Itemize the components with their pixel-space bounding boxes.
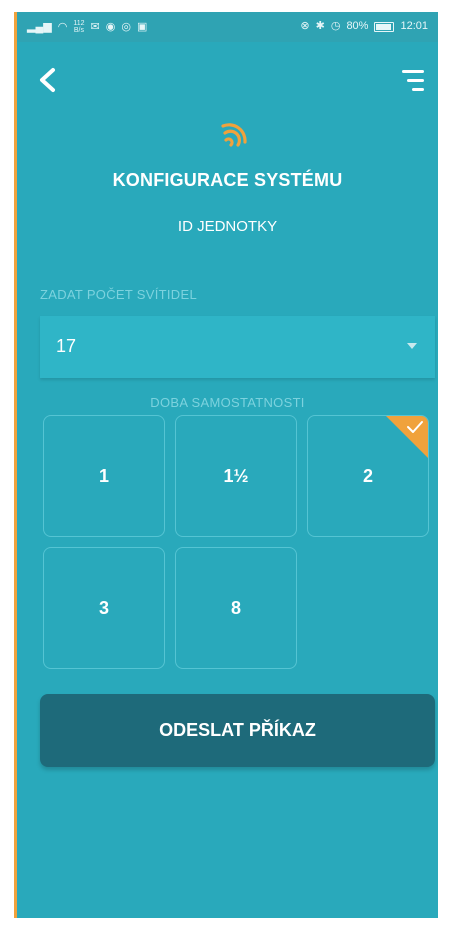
message-icon: ▣ [136,20,148,33]
notification-icon: ◉ [105,20,116,33]
signal-icon: ▂▄▆ [27,20,52,33]
status-left: ▂▄▆ ◠ 112 B/s ✉ ◉ ◎ ▣ [27,20,147,34]
wifi-icon: ◠ [57,20,68,33]
autonomy-option-label: 2 [362,465,373,486]
battery-percent: 80% [346,20,369,32]
autonomy-option-label: 1½ [223,465,249,486]
network-speed-unit: B/s [73,27,84,34]
lamp-count-label: ZADAT POČET SVÍTIDEL [40,287,197,302]
wireless-signal-icon [217,112,253,156]
lamp-count-select[interactable]: 17 [40,316,435,378]
network-speed-value: 112 [73,20,85,27]
autonomy-option-label: 8 [230,597,241,618]
back-icon[interactable] [37,67,67,97]
autonomy-option-3[interactable]: 3 [43,547,165,669]
page-title: KONFIGURACE SYSTÉMU [112,170,343,190]
bluetooth-icon: ✱ [315,20,325,32]
alarm-icon: ◷ [330,20,341,32]
autonomy-option-8[interactable]: 8 [175,547,297,669]
instagram-icon: ◎ [121,20,131,33]
autonomy-option-1-5[interactable]: 1½ [175,415,297,537]
filter-menu-icon[interactable] [398,70,424,94]
mail-icon: ✉ [90,20,100,33]
battery-icon [374,21,395,32]
send-command-label: ODESLAT PŘÍKAZ [159,720,316,740]
autonomy-label: DOBA SAMOSTATNOSTI [150,395,305,410]
send-command-button[interactable]: ODESLAT PŘÍKAZ [40,694,435,767]
status-bar: ▂▄▆ ◠ 112 B/s ✉ ◉ ◎ ▣ ⊗ ✱ ◷ 80% 12:01 [17,12,438,42]
vibrate-icon: ⊗ [300,20,310,32]
unit-id-label: ID JEDNOTKY [177,218,278,235]
autonomy-option-2[interactable]: 2 [307,415,429,537]
autonomy-option-1[interactable]: 1 [43,415,165,537]
autonomy-option-label: 3 [98,597,109,618]
lamp-count-value: 17 [56,336,77,356]
autonomy-option-label: 1 [98,465,109,486]
status-right: ⊗ ✱ ◷ 80% 12:01 [300,20,428,33]
dropdown-caret-icon [407,343,417,349]
network-speed: 112 B/s [73,20,84,34]
app-screen: ▂▄▆ ◠ 112 B/s ✉ ◉ ◎ ▣ ⊗ ✱ ◷ 80% 12:01 KO… [14,12,438,918]
clock: 12:01 [400,20,428,32]
selected-check-icon [386,416,428,458]
